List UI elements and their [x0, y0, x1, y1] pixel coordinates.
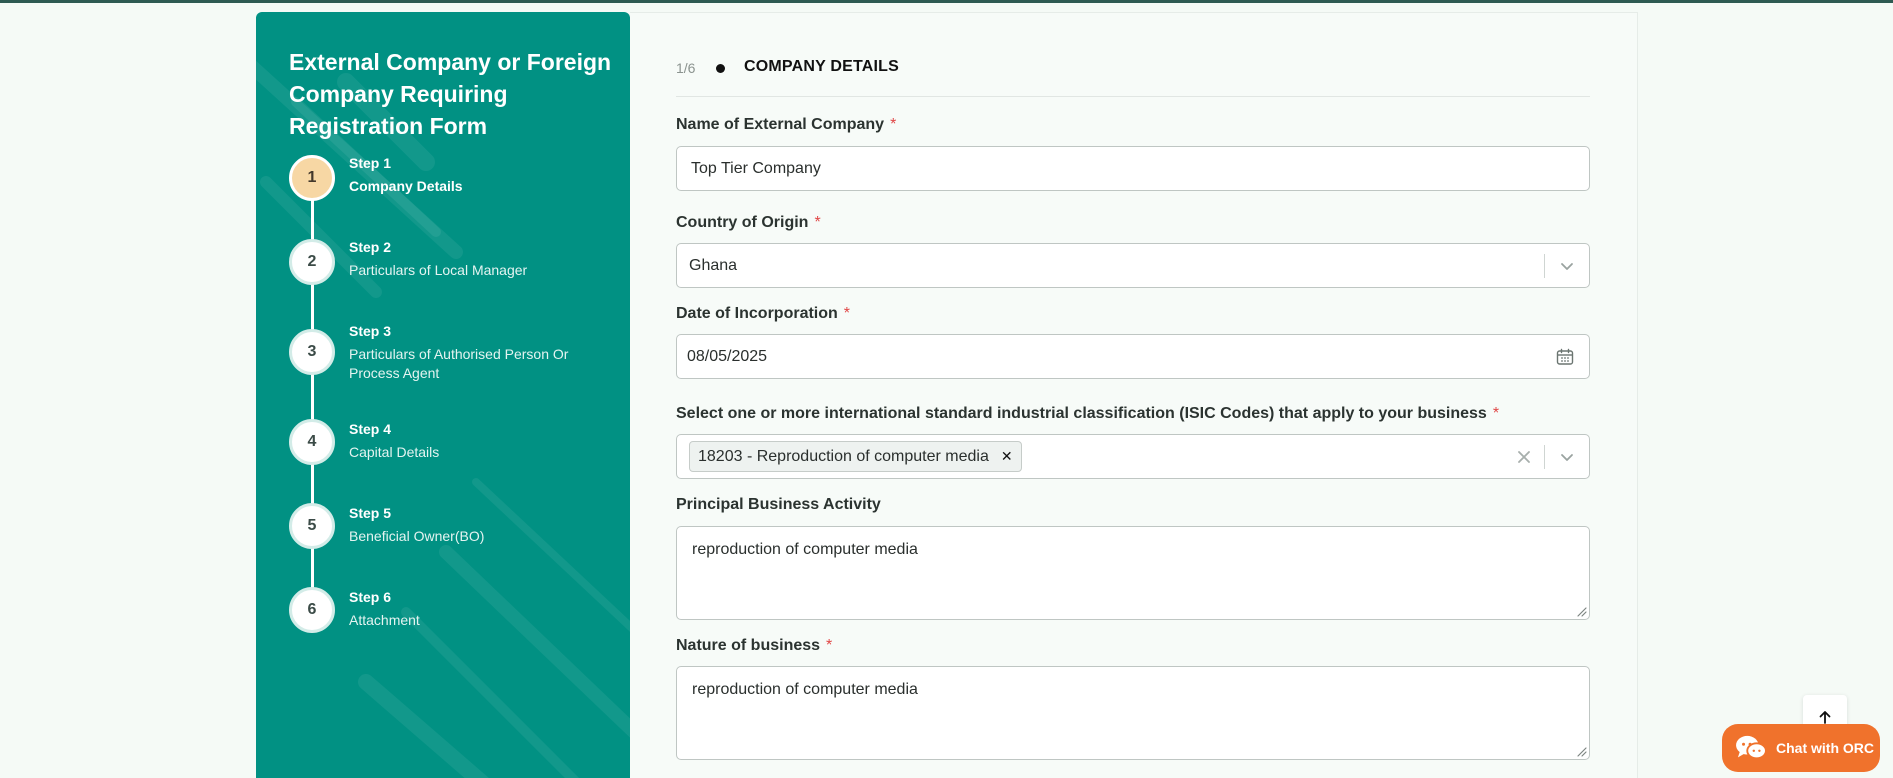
- step-number-badge: 6: [289, 587, 335, 633]
- select-divider: [1544, 445, 1545, 469]
- arrow-up-icon: [1819, 711, 1831, 724]
- selected-isic-chip: 18203 - Reproduction of computer media ✕: [689, 441, 1022, 472]
- bullet-icon: [716, 64, 725, 73]
- required-marker: *: [826, 637, 833, 654]
- step-label: Particulars of Authorised Person Or Proc…: [349, 346, 569, 381]
- step-title: Step 4: [349, 421, 392, 437]
- top-accent-bar: [0, 0, 1893, 3]
- country-label: Country of Origin *: [676, 214, 821, 231]
- step-counter: 1/6: [676, 60, 696, 76]
- chat-button-label: Chat with ORC: [1776, 740, 1874, 756]
- step-number-badge: 4: [289, 419, 335, 465]
- required-marker: *: [890, 116, 897, 133]
- chevron-down-icon[interactable]: [1559, 449, 1575, 465]
- chevron-down-icon[interactable]: [1559, 258, 1575, 274]
- company-name-input[interactable]: Top Tier Company: [676, 146, 1590, 191]
- company-name-value: Top Tier Company: [691, 159, 821, 177]
- required-marker: *: [1492, 405, 1500, 422]
- step-label: Particulars of Local Manager: [349, 262, 528, 278]
- step-label: Capital Details: [349, 444, 440, 460]
- principal-activity-textarea[interactable]: reproduction of computer media: [676, 526, 1590, 620]
- section-header: 1/6 COMPANY DETAILS: [676, 47, 1590, 97]
- remove-chip-icon[interactable]: ✕: [1001, 448, 1013, 465]
- isic-codes-label: Select one or more international standar…: [676, 405, 1500, 422]
- incorporation-date-label: Date of Incorporation *: [676, 305, 851, 322]
- form-steps-sidebar: External Company or Foreign Company Requ…: [256, 12, 630, 778]
- clear-selection-icon[interactable]: [1515, 448, 1533, 466]
- country-select[interactable]: Ghana: [676, 243, 1590, 288]
- nature-of-business-value: reproduction of computer media: [692, 681, 918, 698]
- nature-of-business-textarea[interactable]: reproduction of computer media: [676, 666, 1590, 760]
- step-number-badge: 1: [289, 155, 335, 201]
- step-title: Step 2: [349, 239, 392, 255]
- chip-label: 18203 - Reproduction of computer media: [698, 447, 989, 465]
- step-label: Attachment: [349, 612, 420, 628]
- date-value: 08/05/2025: [687, 347, 768, 365]
- principal-activity-label: Principal Business Activity: [676, 496, 881, 513]
- form-title: External Company or Foreign Company Requ…: [289, 49, 612, 139]
- resize-handle-icon[interactable]: [1575, 745, 1587, 757]
- step-title: Step 5: [349, 505, 392, 521]
- isic-codes-multiselect[interactable]: 18203 - Reproduction of computer media ✕: [676, 434, 1590, 479]
- step-label: Beneficial Owner(BO): [349, 528, 485, 544]
- form-panel: 1/6 COMPANY DETAILS Name of External Com…: [630, 12, 1638, 778]
- select-divider: [1544, 254, 1545, 278]
- step-number-badge: 3: [289, 329, 335, 375]
- required-marker: *: [814, 214, 821, 231]
- required-marker: *: [843, 305, 851, 322]
- calendar-icon[interactable]: [1555, 347, 1575, 367]
- incorporation-date-input[interactable]: 08/05/2025: [676, 334, 1590, 379]
- section-title: COMPANY DETAILS: [744, 58, 900, 75]
- country-value: Ghana: [689, 256, 738, 274]
- nature-of-business-label: Nature of business *: [676, 637, 833, 654]
- chat-bubbles-icon: [1736, 735, 1767, 760]
- chat-with-orc-button[interactable]: Chat with ORC: [1722, 724, 1880, 772]
- resize-handle-icon[interactable]: [1575, 605, 1587, 617]
- step-number-badge: 5: [289, 503, 335, 549]
- step-number-badge: 2: [289, 239, 335, 285]
- principal-activity-value: reproduction of computer media: [692, 541, 918, 558]
- company-name-label: Name of External Company *: [676, 116, 897, 133]
- step-label: Company Details: [349, 178, 463, 194]
- step-title: Step 6: [349, 589, 392, 605]
- step-title: Step 3: [349, 323, 392, 339]
- step-title: Step 1: [349, 155, 392, 171]
